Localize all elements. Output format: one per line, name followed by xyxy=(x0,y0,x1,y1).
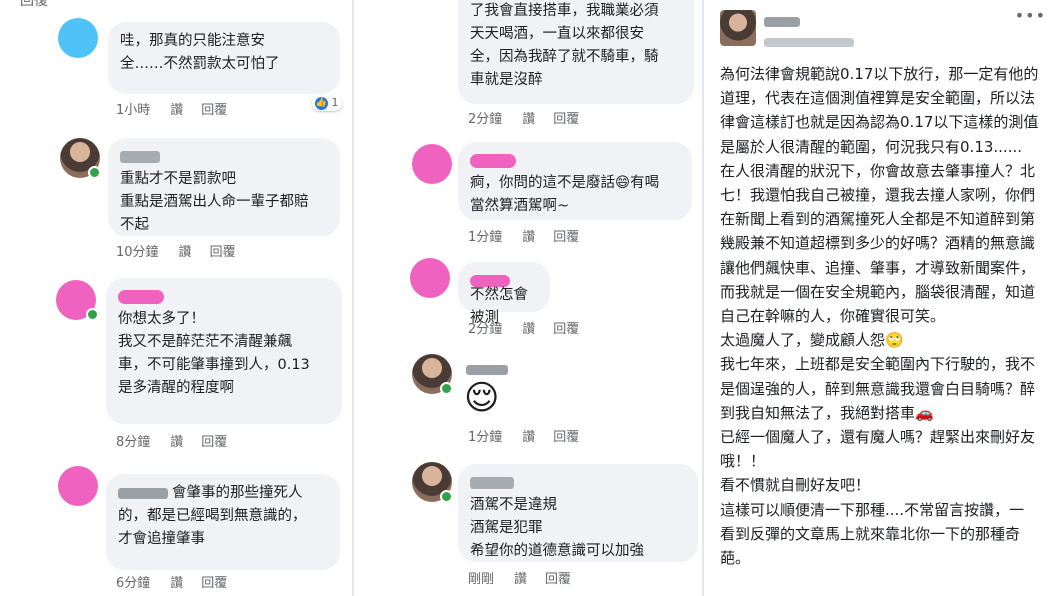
comment-text: 會肇事的那些撞死人 的，都是已經喝到無意識的， 才會追撞肇事 xyxy=(118,485,307,547)
divider xyxy=(702,0,704,596)
commenter-name-redacted[interactable] xyxy=(466,360,508,379)
reply-button[interactable]: 回覆 xyxy=(553,322,579,337)
avatar[interactable] xyxy=(410,258,450,298)
reply-button[interactable]: 回覆 xyxy=(201,576,227,591)
comment-text: 重點才不是罰款吧 重點是酒駕出人命一輩子都賠 不起 xyxy=(120,171,309,233)
like-icon: 👍 xyxy=(315,96,328,110)
reply-button[interactable]: 回覆 xyxy=(201,103,227,118)
comment-meta: 1小時 讚 回覆 xyxy=(116,99,245,118)
avatar[interactable] xyxy=(58,18,98,58)
comments-panel-middle: 了我會直接搭車，我職業必須 天天喝酒，一直以來都很安 全，因為我醉了就不騎車，騎… xyxy=(354,0,702,596)
avatar[interactable] xyxy=(720,10,756,46)
more-options-icon[interactable]: ••• xyxy=(1015,6,1046,25)
reply-button[interactable]: 回覆 xyxy=(545,572,571,587)
reply-button[interactable]: 回覆 xyxy=(553,230,579,245)
comment-timestamp: 1小時 xyxy=(116,103,151,118)
comment-text: 你想太多了！ 我又不是醉茫茫不清醒兼飆 車，不可能肇事撞到人，0.13 是多清醒… xyxy=(118,311,310,396)
comment-timestamp: 1分鐘 xyxy=(468,430,503,445)
reply-button[interactable]: 回覆 xyxy=(201,435,227,450)
comment-bubble: 了我會直接搭車，我職業必須 天天喝酒，一直以來都很安 全，因為我醉了就不騎車，騎… xyxy=(458,0,694,104)
comment-bubble: 會肇事的那些撞死人 的，都是已經喝到無意識的， 才會追撞肇事 xyxy=(106,474,340,570)
like-button[interactable]: 讚 xyxy=(514,572,527,587)
relieved-face-emoji: 😌 xyxy=(464,378,500,418)
like-button[interactable]: 讚 xyxy=(170,103,183,118)
comment-text: 了我會直接搭車，我職業必須 天天喝酒，一直以來都很安 全，因為我醉了就不騎車，騎… xyxy=(470,3,659,88)
commenter-name-redacted[interactable] xyxy=(470,270,538,287)
reaction-count: 1 xyxy=(331,96,339,109)
online-status-dot xyxy=(86,308,99,321)
comment-meta: 剛剛 讚 回覆 xyxy=(468,568,589,587)
online-status-dot xyxy=(440,490,453,503)
comment-text: 酒駕不是違規 酒駕是犯罪 希望你的道德意識可以加強 xyxy=(470,497,644,559)
comment-meta: 2分鐘 讚 回覆 xyxy=(468,108,597,127)
like-button[interactable]: 讚 xyxy=(522,322,535,337)
comment-timestamp: 剛剛 xyxy=(468,572,495,587)
comment-meta: 10分鐘 讚 回覆 xyxy=(116,241,254,260)
comment-bubble: 不然怎會被測 xyxy=(458,262,550,326)
comment-text: 痾，你問的這不是廢話😄有喝 當然算酒駕啊~ xyxy=(470,175,660,214)
comment-bubble: 你想太多了！ 我又不是醉茫茫不清醒兼飆 車，不可能肇事撞到人，0.13 是多清醒… xyxy=(106,278,342,424)
cut-off-reply-link[interactable]: 回復 xyxy=(20,0,48,10)
commenter-name-redacted[interactable] xyxy=(118,286,330,304)
comment-bubble: 酒駕不是違規 酒駕是犯罪 希望你的道德意識可以加強 xyxy=(458,464,698,562)
comment-meta: 8分鐘 讚 回覆 xyxy=(116,431,245,450)
commenter-name-redacted[interactable] xyxy=(118,487,168,499)
like-button[interactable]: 讚 xyxy=(522,230,535,245)
post-panel-right: ••• 為何法律會規範說0.17以下放行，那一定有他的 道理，代表在這個測值裡算… xyxy=(706,0,1060,596)
avatar[interactable] xyxy=(58,466,98,506)
like-button[interactable]: 讚 xyxy=(522,112,535,127)
online-status-dot xyxy=(440,382,453,395)
comment-timestamp: 6分鐘 xyxy=(116,576,151,591)
comment-bubble: 哇，那真的只能注意安 全……不然罰款太可怕了 xyxy=(108,22,340,94)
comment-meta: 2分鐘 讚 回覆 xyxy=(468,318,597,337)
comment-bubble: 重點才不是罰款吧 重點是酒駕出人命一輩子都賠 不起 xyxy=(108,138,340,236)
comment-timestamp: 8分鐘 xyxy=(116,435,151,450)
poster-name-redacted[interactable] xyxy=(764,12,800,31)
commenter-name-redacted[interactable] xyxy=(470,472,686,490)
reply-button[interactable]: 回覆 xyxy=(553,430,579,445)
comment-timestamp: 1分鐘 xyxy=(468,230,503,245)
comment-meta: 6分鐘 讚 回覆 xyxy=(116,572,245,591)
like-button[interactable]: 讚 xyxy=(170,576,183,591)
avatar[interactable] xyxy=(412,144,452,184)
reply-button[interactable]: 回覆 xyxy=(553,112,579,127)
comment-text: 哇，那真的只能注意安 全……不然罰款太可怕了 xyxy=(120,33,280,72)
comment-timestamp: 2分鐘 xyxy=(468,112,503,127)
like-button[interactable]: 讚 xyxy=(170,435,183,450)
post-text: 為何法律會規範說0.17以下放行，那一定有他的 道理，代表在這個測值裡算是安全範… xyxy=(720,65,1039,568)
like-button[interactable]: 讚 xyxy=(522,430,535,445)
commenter-name-redacted[interactable] xyxy=(120,146,328,164)
comment-timestamp: 10分鐘 xyxy=(116,245,159,260)
reply-button[interactable]: 回覆 xyxy=(210,245,236,260)
online-status-dot xyxy=(88,166,101,179)
commenter-name-redacted[interactable] xyxy=(470,150,680,168)
post-meta-redacted xyxy=(764,32,854,51)
reaction-badge[interactable]: 👍 1 xyxy=(312,95,342,111)
like-button[interactable]: 讚 xyxy=(179,245,192,260)
comment-timestamp: 2分鐘 xyxy=(468,322,503,337)
comments-panel-left: 回復 哇，那真的只能注意安 全……不然罰款太可怕了 1小時讚回覆 👍 1 重點才… xyxy=(0,0,352,596)
comment-bubble: 痾，你問的這不是廢話😄有喝 當然算酒駕啊~ xyxy=(458,142,692,220)
comment-meta: 1分鐘 讚 回覆 xyxy=(468,226,597,245)
comment-meta: 1分鐘 讚 回覆 xyxy=(468,426,597,445)
